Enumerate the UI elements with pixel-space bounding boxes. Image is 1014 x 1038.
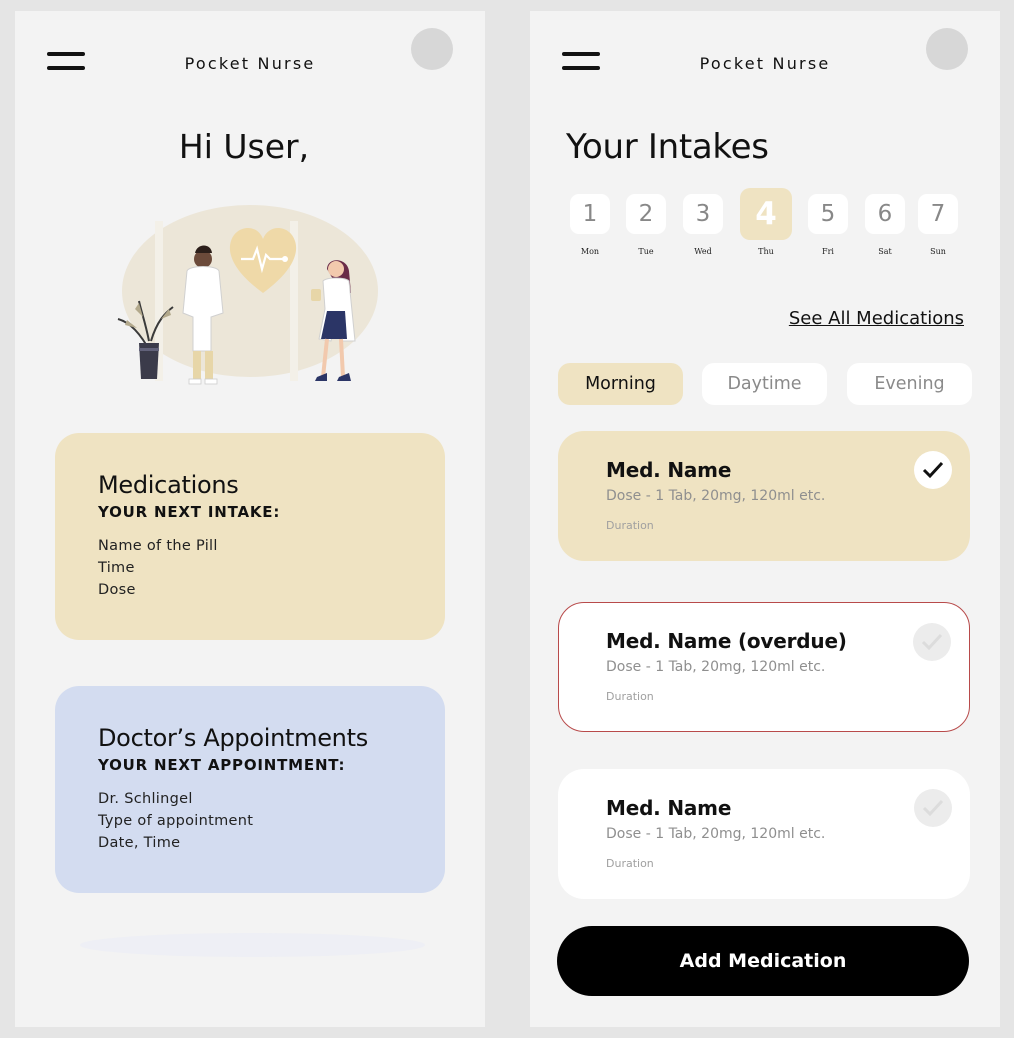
pill-name: Name of the Pill (98, 538, 218, 554)
appointments-card[interactable]: Doctor’s Appointments YOUR NEXT APPOINTM… (55, 686, 445, 893)
med-duration: Duration (606, 519, 654, 532)
medication-card-overdue[interactable]: Med. Name (overdue) Dose - 1 Tab, 20mg, … (558, 602, 970, 732)
tab-daytime[interactable]: Daytime (702, 363, 827, 405)
day-mon[interactable]: 1 Mon (570, 194, 610, 256)
avatar[interactable] (411, 28, 453, 70)
day-label: Fri (822, 247, 834, 256)
greeting: Hi User, (178, 127, 310, 166)
day-sun[interactable]: 7 Sun (918, 194, 958, 256)
day-number: 4 (740, 188, 792, 240)
appointment-type: Type of appointment (98, 813, 254, 829)
day-label: Mon (580, 247, 600, 256)
day-label: Thu (758, 247, 774, 256)
day-tue[interactable]: 2 Tue (626, 194, 666, 256)
add-medication-button[interactable]: Add Medication (557, 926, 969, 996)
tab-evening[interactable]: Evening (847, 363, 972, 405)
day-thu[interactable]: 4 Thu (740, 188, 792, 256)
day-label: Tue (638, 247, 654, 256)
intakes-screen: Pocket Nurse Your Intakes 1 Mon 2 Tue 3 … (530, 11, 1000, 1027)
intake-time: Time (98, 560, 135, 576)
page-title: Your Intakes (566, 127, 769, 167)
med-dose: Dose - 1 Tab, 20mg, 120ml etc. (606, 488, 826, 504)
doctors-heart-illustration (117, 205, 378, 385)
medications-card[interactable]: Medications YOUR NEXT INTAKE: Name of th… (55, 433, 445, 640)
med-dose: Dose - 1 Tab, 20mg, 120ml etc. (606, 659, 826, 675)
day-wed[interactable]: 3 Wed (683, 194, 723, 256)
day-number: 3 (683, 194, 723, 234)
appointments-title: Doctor’s Appointments (98, 724, 368, 752)
medications-title: Medications (98, 471, 239, 499)
medication-card[interactable]: Med. Name Dose - 1 Tab, 20mg, 120ml etc.… (558, 431, 970, 561)
med-duration: Duration (606, 690, 654, 703)
avatar[interactable] (926, 28, 968, 70)
day-number: 7 (918, 194, 958, 234)
see-all-medications-link[interactable]: See All Medications (789, 308, 964, 329)
doctor-name: Dr. Schlingel (98, 791, 193, 807)
med-dose: Dose - 1 Tab, 20mg, 120ml etc. (606, 826, 826, 842)
med-duration: Duration (606, 857, 654, 870)
day-number: 2 (626, 194, 666, 234)
medication-card[interactable]: Med. Name Dose - 1 Tab, 20mg, 120ml etc.… (558, 769, 970, 899)
day-number: 5 (808, 194, 848, 234)
check-icon[interactable] (914, 451, 952, 489)
day-number: 6 (865, 194, 905, 234)
next-appointment-label: YOUR NEXT APPOINTMENT: (98, 756, 346, 774)
faded-card-hint (80, 933, 425, 957)
day-number: 1 (570, 194, 610, 234)
day-label: Sat (878, 247, 892, 256)
day-fri[interactable]: 5 Fri (808, 194, 848, 256)
next-intake-label: YOUR NEXT INTAKE: (98, 503, 281, 521)
day-label: Sun (930, 247, 946, 256)
intake-dose: Dose (98, 582, 136, 598)
day-label: Wed (694, 247, 712, 256)
check-icon[interactable] (914, 789, 952, 827)
appointment-datetime: Date, Time (98, 835, 181, 851)
check-icon[interactable] (913, 623, 951, 661)
home-screen: Pocket Nurse Hi User, Medications YOUR N… (15, 11, 485, 1027)
tab-morning[interactable]: Morning (558, 363, 683, 405)
day-sat[interactable]: 6 Sat (865, 194, 905, 256)
day-selector: 1 Mon 2 Tue 3 Wed 4 Thu 5 Fri 6 Sat 7 Su… (570, 188, 970, 274)
